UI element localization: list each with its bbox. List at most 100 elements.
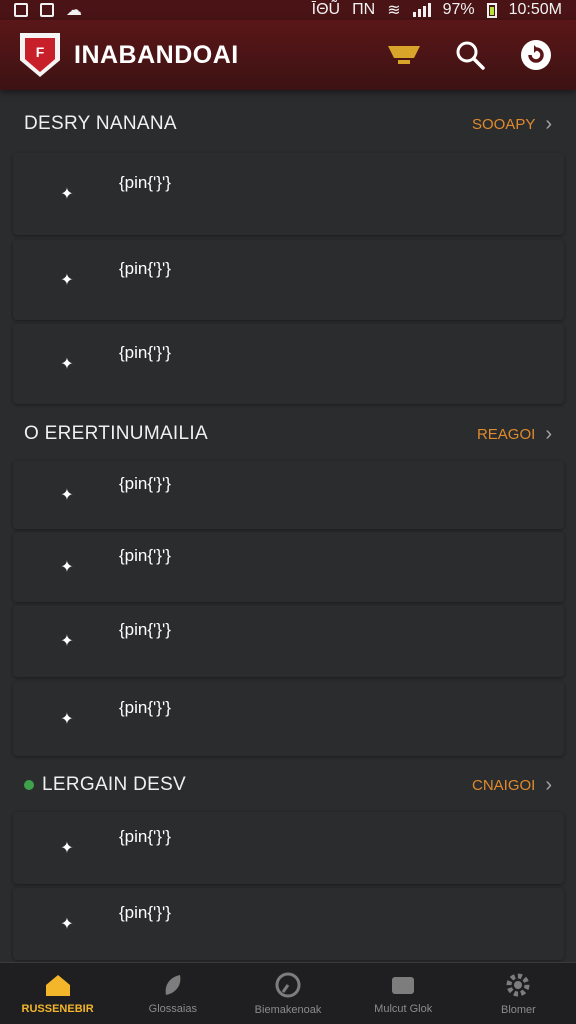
section-header: LERGAIN DESV CNAIGOI ›	[0, 763, 576, 807]
match-meta	[115, 369, 410, 386]
match-row[interactable]: ✦ {pin{'}'}	[13, 324, 564, 404]
bottom-nav: RUSSENEBIR Glossaias Biemakenoak Mulcut …	[0, 962, 576, 1024]
odds-panel[interactable]	[410, 888, 564, 960]
match-meta	[115, 853, 410, 870]
odds-panel[interactable]	[410, 812, 564, 884]
odds-panel[interactable]	[410, 605, 564, 677]
match-row[interactable]: ✦ {pin{'}'}	[13, 461, 564, 529]
team-crest: ✦	[35, 820, 99, 876]
app-bar: F INABANDOAI	[0, 20, 576, 90]
match-main: ✦ {pin{'}'}	[13, 324, 410, 404]
team-crest: ✦	[35, 166, 99, 222]
nav-item-blomer[interactable]: Blomer	[461, 963, 576, 1024]
odds-label-column	[380, 682, 396, 756]
notification-icon	[14, 3, 28, 17]
gauge-icon	[275, 972, 301, 997]
chevron-right-icon[interactable]: ›	[545, 423, 552, 446]
section-title: O ERERTINUMAILIA	[24, 423, 208, 444]
team-name-line: {pin{'}'}	[119, 473, 171, 493]
chevron-right-icon[interactable]: ›	[545, 113, 552, 136]
crest-mark-icon: ✦	[60, 186, 74, 203]
shield-icon: ✦	[45, 693, 89, 745]
shield-icon: ✦	[45, 615, 89, 667]
odds-label-column	[380, 532, 396, 602]
match-main: ✦ {pin{'}'}	[13, 461, 410, 529]
live-dot-icon	[24, 780, 34, 790]
match-main: ✦ {pin{'}'}	[13, 682, 410, 756]
team-name-line: {pin{'}'}	[119, 826, 171, 846]
nav-item-home[interactable]: RUSSENEBIR	[0, 963, 115, 1024]
odds-panel[interactable]	[410, 461, 564, 529]
crest-mark-icon: ✦	[60, 487, 74, 504]
search-icon[interactable]	[450, 35, 490, 75]
odds-label-column	[380, 153, 396, 235]
odds-label-column	[380, 324, 396, 404]
odds-panel[interactable]	[410, 153, 564, 235]
wifi-icon: ≋	[387, 2, 401, 19]
nav-label: Mulcut Glok	[374, 1002, 433, 1015]
crest-mark-icon: ✦	[60, 559, 74, 576]
nav-item-mulcut-glok[interactable]: Mulcut Glok	[346, 963, 461, 1024]
match-meta	[115, 724, 410, 741]
team-crest: ✦	[35, 252, 99, 308]
match-row[interactable]: ✦ {pin{'}'}	[13, 605, 564, 677]
section-more-link[interactable]: SOOAPY	[472, 116, 535, 133]
section-title: DESRY NANANA	[24, 113, 177, 134]
match-meta	[115, 199, 410, 216]
match-main: ✦ {pin{'}'}	[13, 532, 410, 602]
odds-label-column	[380, 605, 396, 677]
team-name-line: {pin{'}'}	[119, 258, 171, 278]
odds-panel[interactable]	[410, 682, 564, 756]
app-title: INABANDOAI	[74, 40, 239, 69]
odds-panel[interactable]	[410, 240, 564, 320]
shield-icon: ✦	[45, 254, 89, 306]
nav-label: Glossaias	[148, 1002, 197, 1015]
match-meta	[115, 929, 410, 946]
team-name-line: {pin{'}'}	[119, 902, 171, 922]
crest-mark-icon: ✦	[60, 840, 74, 857]
team-name-line: {pin{'}'}	[119, 342, 171, 362]
team-crest: ✦	[35, 691, 99, 747]
match-row[interactable]: ✦ {pin{'}'}	[13, 153, 564, 235]
clock: 10:50M	[508, 1, 562, 18]
image-notification-icon	[40, 3, 54, 17]
nav-item-biemakenoak[interactable]: Biemakenoak	[230, 963, 345, 1024]
refresh-icon[interactable]	[516, 35, 556, 75]
shield-icon: ✦	[45, 822, 89, 874]
odds-panel[interactable]	[410, 532, 564, 602]
odds-panel[interactable]	[410, 324, 564, 404]
team-crest: ✦	[35, 613, 99, 669]
logo-letter: F	[25, 38, 55, 72]
trophy-icon[interactable]	[384, 35, 424, 75]
gear-icon	[506, 973, 530, 996]
app-logo[interactable]: F	[20, 33, 60, 77]
shield-icon: ✦	[45, 469, 89, 521]
odds-label-column	[380, 812, 396, 884]
nav-item-glossaias[interactable]: Glossaias	[115, 963, 230, 1024]
team-crest: ✦	[35, 539, 99, 595]
nav-label: Biemakenoak	[254, 1003, 322, 1016]
section-header: DESRY NANANA SOOAPY ›	[0, 102, 576, 146]
section-header: O ERERTINUMAILIA REAGOI ›	[0, 412, 576, 456]
odds-label-column	[380, 240, 396, 320]
match-row[interactable]: ✦ {pin{'}'}	[13, 240, 564, 320]
leaf-icon	[165, 974, 181, 995]
battery-icon	[486, 2, 497, 18]
section-more-link[interactable]: CNAIGOI	[472, 777, 535, 794]
match-row[interactable]: ✦ {pin{'}'}	[13, 682, 564, 756]
match-meta	[115, 572, 410, 589]
match-meta	[115, 646, 410, 663]
card-icon	[392, 976, 415, 994]
section-more-link[interactable]: REAGOI	[477, 426, 535, 443]
shield-icon: ✦	[45, 898, 89, 950]
chevron-right-icon[interactable]: ›	[545, 774, 552, 797]
team-name-line: {pin{'}'}	[119, 545, 171, 565]
team-crest: ✦	[35, 467, 99, 523]
match-main: ✦ {pin{'}'}	[13, 888, 410, 960]
match-row[interactable]: ✦ {pin{'}'}	[13, 532, 564, 602]
crest-mark-icon: ✦	[60, 916, 74, 933]
team-name-line: {pin{'}'}	[119, 172, 171, 192]
match-row[interactable]: ✦ {pin{'}'}	[13, 812, 564, 884]
signal-icon	[412, 3, 431, 17]
match-row[interactable]: ✦ {pin{'}'}	[13, 888, 564, 960]
